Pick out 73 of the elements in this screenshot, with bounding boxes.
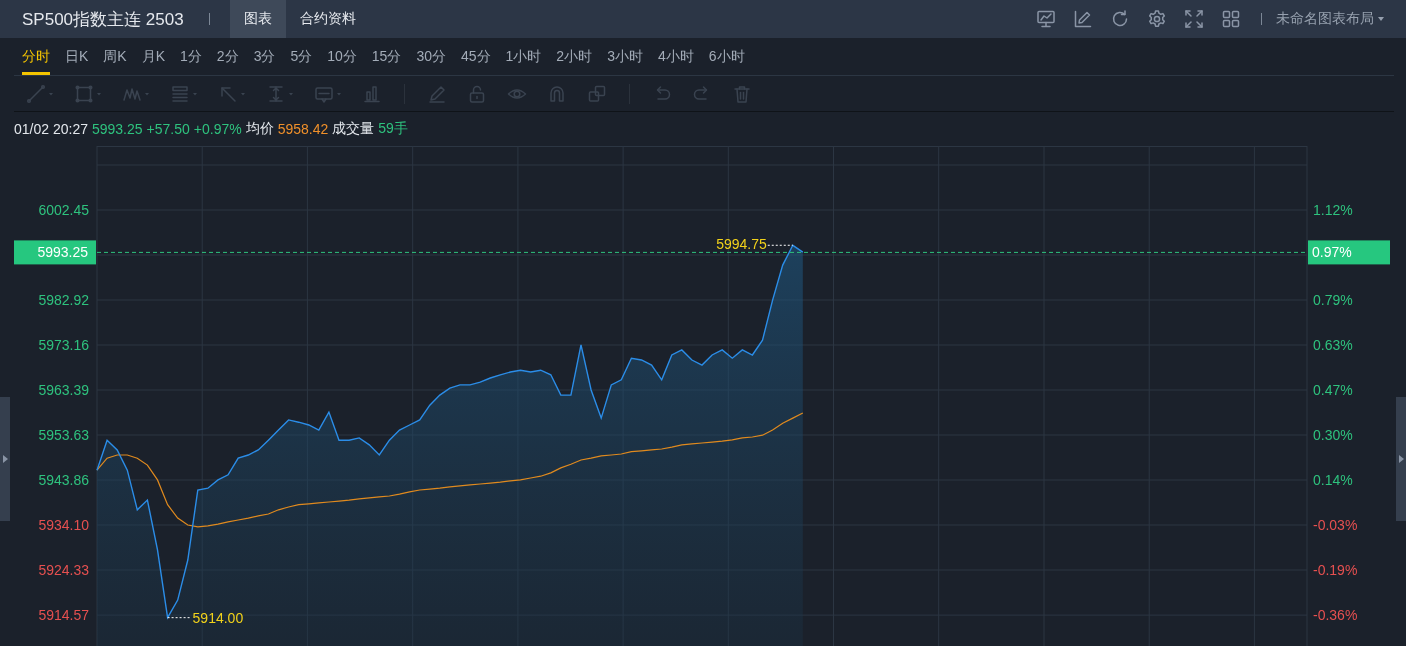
copy-icon[interactable] <box>587 83 607 104</box>
price-axis-label: 5934.10 <box>38 517 89 533</box>
price-axis-label: 5943.86 <box>38 472 89 488</box>
chart-monitor-icon[interactable] <box>1036 9 1056 29</box>
window-title: SP500指数主连 2503 <box>22 8 184 31</box>
price-axis-label: 5973.16 <box>38 337 89 353</box>
chart-pencil-icon[interactable] <box>1073 9 1093 29</box>
quote-value: 01/02 20:27 <box>14 121 88 137</box>
period-tab[interactable]: 3小时 <box>607 38 643 75</box>
header-tab[interactable]: 合约资料 <box>285 0 370 38</box>
grid-layout-icon[interactable] <box>1221 9 1241 29</box>
bar-chart-icon[interactable] <box>362 83 382 104</box>
last-price-tag: 5993.25 <box>14 240 96 265</box>
percent-axis-label: 0.30% <box>1313 427 1353 443</box>
percent-axis-label: 1.12% <box>1313 202 1353 218</box>
fullscreen-icon[interactable] <box>1184 9 1204 29</box>
panel-toggle[interactable] <box>1396 397 1406 521</box>
period-tab[interactable]: 1小时 <box>505 38 542 75</box>
pencil-icon[interactable] <box>427 83 447 104</box>
magnet-icon[interactable] <box>547 83 567 104</box>
percent-axis-label: -0.36% <box>1313 607 1358 623</box>
period-tab[interactable]: 45分 <box>460 38 491 75</box>
header-tab[interactable]: 图表 <box>229 0 286 38</box>
price-axis-label: 6002.45 <box>38 202 89 218</box>
panel-toggle[interactable] <box>0 397 10 521</box>
line-tool-icon[interactable] <box>26 83 54 104</box>
percent-axis-label: 0.79% <box>1313 292 1353 308</box>
price-axis-label: 5914.57 <box>38 607 89 623</box>
price-axis-label: 5953.63 <box>38 427 89 443</box>
price-axis-label: 5924.33 <box>38 562 89 578</box>
annotation: 5994.75 <box>716 236 767 253</box>
lock-icon[interactable] <box>467 83 487 104</box>
price-axis-label: 5963.39 <box>38 382 89 398</box>
period-tab[interactable]: 2小时 <box>556 38 593 75</box>
refresh-icon[interactable] <box>1110 9 1130 29</box>
quote-value: +57.50 <box>146 121 190 137</box>
rectangle-tool-icon[interactable] <box>74 83 102 104</box>
percent-axis-label: 0.47% <box>1313 382 1353 398</box>
period-tab[interactable]: 日K <box>65 38 89 75</box>
period-tab[interactable]: 6小时 <box>708 38 745 75</box>
layout-menu[interactable]: 未命名图表布局 <box>1276 10 1384 28</box>
period-tab[interactable]: 10分 <box>327 38 357 75</box>
quote-value: 59手 <box>378 120 408 138</box>
quote-value: 5993.25 <box>91 121 143 137</box>
expand-arrow-icon <box>2 455 8 463</box>
period-tab[interactable]: 3分 <box>253 38 276 75</box>
trash-icon[interactable] <box>732 83 752 104</box>
quote-value: 5958.42 <box>277 121 329 137</box>
ref-line-label: 5993.25 <box>37 244 89 261</box>
percent-axis-label: 0.14% <box>1313 472 1353 488</box>
quote-value: 均价 <box>245 120 274 138</box>
annotation: 5914.00 <box>192 609 244 626</box>
period-tab[interactable]: 1分 <box>180 38 202 75</box>
last-percent-tag: 0.97% <box>1308 240 1390 265</box>
period-tab[interactable]: 周K <box>103 38 127 75</box>
period-tab[interactable]: 2分 <box>216 38 239 75</box>
quote-value: +0.97% <box>193 121 242 137</box>
period-tab[interactable]: 30分 <box>416 38 446 75</box>
percent-axis-label: 0.63% <box>1313 337 1353 353</box>
settings-icon[interactable] <box>1147 9 1167 29</box>
measure-tool-icon[interactable] <box>266 83 294 104</box>
period-tab[interactable]: 分时 <box>22 38 50 75</box>
price-axis-label: 5982.92 <box>38 292 89 308</box>
period-tab[interactable]: 15分 <box>371 38 402 75</box>
percent-axis-label: -0.03% <box>1313 517 1358 533</box>
horizontal-lines-icon[interactable] <box>170 83 198 104</box>
percent-axis-label: -0.19% <box>1313 562 1358 578</box>
period-tab[interactable]: 4小时 <box>657 38 694 75</box>
period-tab[interactable]: 5分 <box>290 38 313 75</box>
caret-icon <box>1378 17 1384 21</box>
expand-arrow-icon <box>1398 455 1404 463</box>
quote-value: 成交量 <box>332 120 375 138</box>
period-tab[interactable]: 月K <box>141 38 166 75</box>
